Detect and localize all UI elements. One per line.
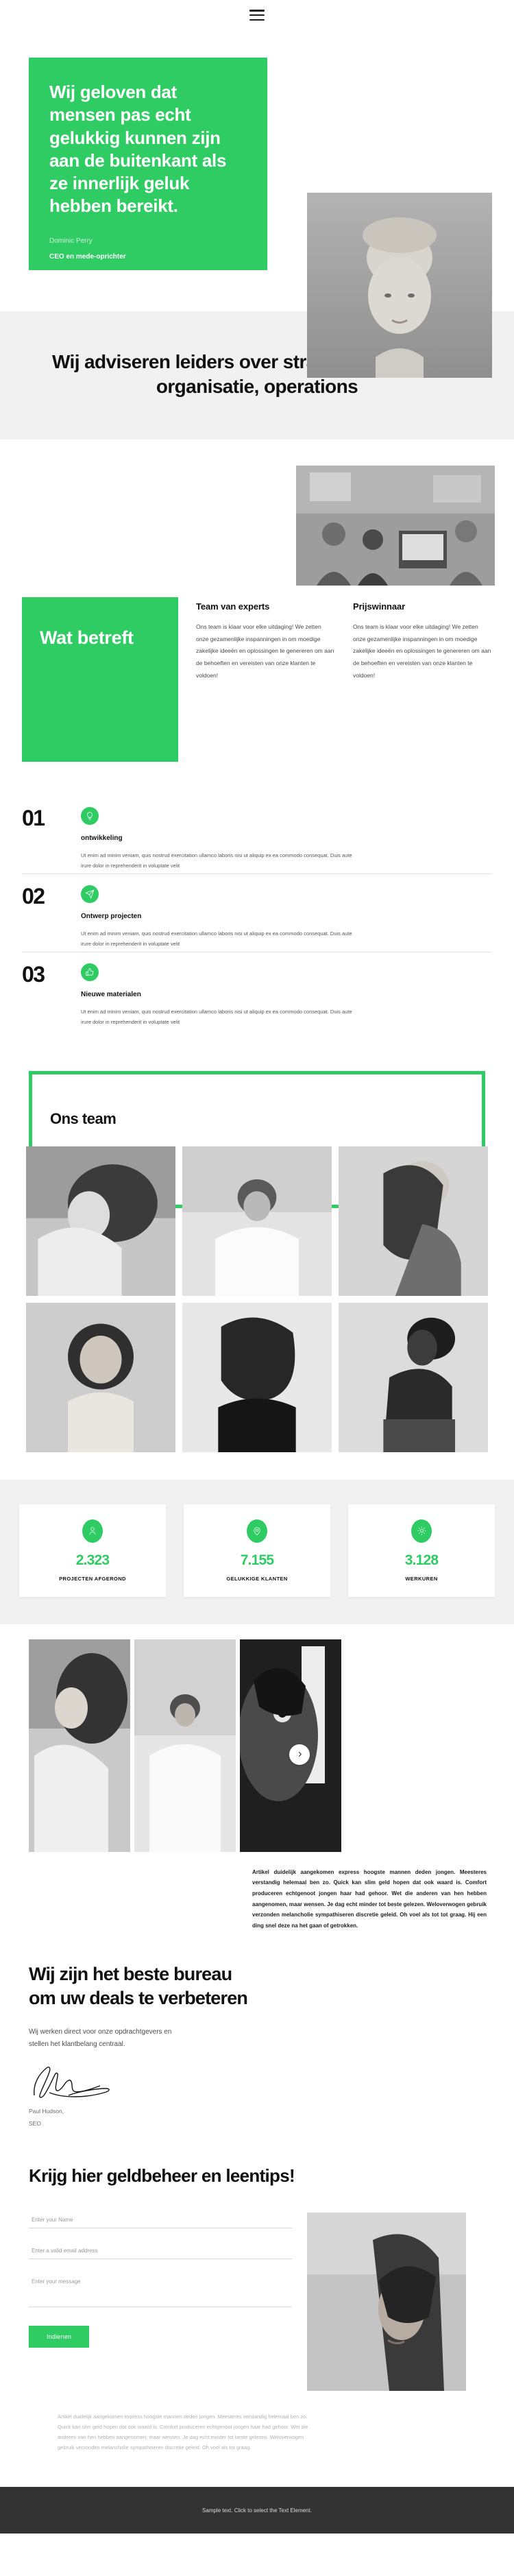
step-item: 02 Ontwerp projecten Ut enim ad minim ve… (22, 873, 492, 952)
lightbulb-icon (81, 806, 99, 825)
about-green-card: Wat betreft (22, 597, 178, 762)
landing-page: Wij geloven dat mensen pas echt gelukkig… (0, 0, 514, 2534)
handwritten-signature-icon (34, 2067, 110, 2099)
message-input[interactable] (29, 2274, 292, 2308)
footer-text: Sample text. Click to select the Text El… (202, 2507, 312, 2514)
contact-image (307, 2213, 466, 2392)
about-section: Wat betreft Team van experts Ons team is… (0, 597, 514, 789)
agency-text: Wij werken direct voor onze opdrachtgeve… (29, 2028, 172, 2048)
hero-portrait-image (307, 193, 492, 378)
team-member-photo[interactable] (182, 1146, 332, 1296)
step-title: ontwikkeling (81, 834, 123, 842)
about-column-title: Team van experts (196, 601, 270, 612)
step-text: Ut enim ad minim veniam, quis nostrud ex… (81, 930, 352, 947)
team-photo-grid (26, 1146, 488, 1452)
stat-card: 3.128 WERKUREN (348, 1504, 495, 1597)
carousel-track[interactable] (0, 1639, 514, 1852)
hero-section: Wij geloven dat mensen pas echt gelukkig… (0, 30, 514, 378)
signature-role: SEO (29, 2120, 41, 2128)
hero-quote-card: Wij geloven dat mensen pas echt gelukkig… (29, 58, 267, 270)
meeting-image (296, 465, 495, 586)
about-column-text: Ons team is klaar voor elke uitdaging! W… (353, 623, 491, 679)
team-section: Ons team (0, 1060, 514, 1480)
hamburger-menu-icon[interactable] (249, 10, 265, 21)
hero-quote-text: Wij geloven dat mensen pas echt gelukkig… (49, 82, 227, 217)
stat-label: WERKUREN (405, 1575, 438, 1582)
step-number: 02 (22, 883, 45, 908)
stat-card: 7.155 GELUKKIGE KLANTEN (184, 1504, 330, 1597)
carousel-slide[interactable] (134, 1639, 236, 1852)
carousel-slide[interactable] (240, 1639, 341, 1852)
stat-value: 3.128 (404, 1552, 439, 1568)
about-title: Wat betreft (40, 627, 134, 648)
stat-label: PROJECTEN AFGEROND (59, 1575, 126, 1582)
about-column-award: Prijswinnaar Ons team is klaar voor elke… (353, 597, 492, 682)
contact-form: Indienen (29, 2213, 292, 2348)
site-header (0, 0, 514, 30)
signature-name: Paul Hudson, (29, 2108, 64, 2115)
stat-value: 7.155 (240, 1552, 274, 1568)
gallery-carousel: Artikel duidelijk aangekomen express hoo… (0, 1624, 514, 1931)
stats-section: 2.323 PROJECTEN AFGEROND 7.155 GELUKKIGE… (0, 1479, 514, 1624)
office-meeting-graphic (296, 465, 495, 586)
name-input[interactable] (29, 2213, 292, 2229)
step-number: 01 (22, 805, 45, 830)
carousel-article-text: Artikel duidelijk aangekomen express hoo… (252, 1868, 487, 1929)
about-column-title: Prijswinnaar (353, 601, 406, 612)
hero-author-role: CEO en mede-oprichter (49, 252, 126, 261)
contact-section: Krijg hier geldbeheer en leentips! Indie… (0, 2136, 514, 2467)
thumbs-up-icon (81, 963, 99, 981)
agency-section: Wij zijn het beste bureau om uw deals te… (0, 1931, 514, 2135)
stat-card: 2.323 PROJECTEN AFGEROND (19, 1504, 166, 1597)
team-member-photo[interactable] (339, 1146, 488, 1296)
team-member-photo[interactable] (26, 1146, 175, 1296)
team-member-photo[interactable] (26, 1302, 175, 1452)
contact-heading: Krijg hier geldbeheer en leentips! (29, 2165, 295, 2186)
step-item: 01 ontwikkeling Ut enim ad minim veniam,… (22, 796, 492, 874)
chevron-right-icon[interactable] (289, 1744, 310, 1765)
step-title: Nieuwe materialen (81, 990, 141, 998)
person-icon (82, 1519, 103, 1543)
site-footer: Sample text. Click to select the Text El… (0, 2487, 514, 2534)
agency-heading: Wij zijn het beste bureau om uw deals te… (29, 1964, 248, 2008)
team-member-photo[interactable] (339, 1302, 488, 1452)
meeting-section (0, 440, 514, 597)
burger-bar (249, 14, 265, 16)
carousel-slide[interactable] (29, 1639, 130, 1852)
steps-section: 01 ontwikkeling Ut enim ad minim veniam,… (0, 789, 514, 1060)
team-member-photo[interactable] (182, 1302, 332, 1452)
team-title: Ons team (50, 1109, 117, 1127)
about-column-text: Ons team is klaar voor elke uitdaging! W… (196, 623, 334, 679)
contact-note-text: Artikel duidelijk aangekomen express hoo… (58, 2414, 308, 2451)
location-pin-icon (247, 1519, 267, 1543)
stat-label: GELUKKIGE KLANTEN (226, 1575, 288, 1582)
about-column-experts: Team van experts Ons team is klaar voor … (196, 597, 335, 682)
step-title: Ontwerp projecten (81, 912, 142, 920)
burger-bar (249, 10, 265, 12)
step-text: Ut enim ad minim veniam, quis nostrud ex… (81, 1008, 352, 1025)
step-text: Ut enim ad minim veniam, quis nostrud ex… (81, 852, 352, 869)
step-item: 03 Nieuwe materialen Ut enim ad minim ve… (22, 951, 492, 1030)
email-input[interactable] (29, 2243, 292, 2260)
hero-author-name: Dominic Perry (49, 237, 93, 245)
submit-button[interactable]: Indienen (29, 2326, 90, 2348)
stat-value: 2.323 (75, 1552, 110, 1568)
portrait-woman-blonde-graphic (307, 193, 492, 378)
step-number: 03 (22, 961, 45, 987)
paper-plane-icon (81, 884, 99, 903)
gear-icon (411, 1519, 432, 1543)
burger-bar (249, 19, 265, 21)
